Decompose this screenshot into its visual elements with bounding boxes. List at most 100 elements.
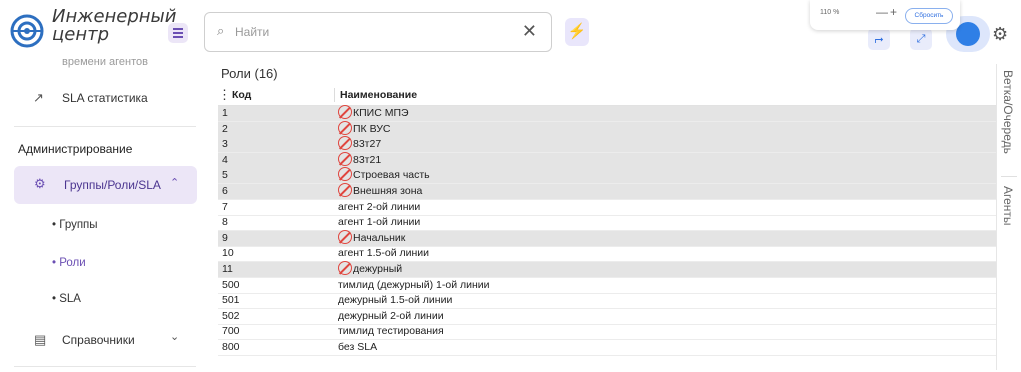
search-input[interactable]: ⌕ Найти ✕ (204, 12, 552, 52)
blocked-icon (338, 105, 352, 119)
table-row[interactable]: 2 ПК ВУС (218, 120, 998, 138)
tab-divider (1001, 176, 1017, 177)
table-row[interactable]: 5 Строевая часть (218, 167, 998, 185)
clear-search-icon[interactable]: ✕ (522, 21, 537, 42)
cell-name: дежурный 1.5-ой линии (338, 294, 453, 307)
table-row[interactable]: 700 тимлид тестирования (218, 324, 998, 341)
blocked-icon (338, 183, 352, 197)
table-row[interactable]: 502 дежурный 2-ой линии (218, 309, 998, 325)
table-title: Роли (16) (221, 66, 278, 81)
logo-icon (10, 14, 44, 48)
cell-code: 2 (222, 122, 228, 135)
menu-toggle-button[interactable] (168, 23, 188, 43)
sidebar-subitem-roles[interactable]: • Роли (52, 257, 86, 269)
cell-code: 10 (222, 247, 234, 260)
blocked-icon (338, 261, 352, 275)
cell-name: ПК ВУС (353, 122, 391, 135)
search-placeholder: Найти (235, 25, 270, 39)
sidebar-item-agent-time[interactable]: времени агентов (62, 56, 148, 68)
top-bar: Инженерный центр ⌕ Найти ✕ ⚡ ⮣ ⤢ ⚙ 110 %… (0, 0, 1021, 64)
sidebar-divider (14, 366, 196, 367)
sidebar-subitem-label: Роли (59, 257, 86, 269)
table-row[interactable]: 7 агент 2-ой линии (218, 200, 998, 216)
roles-panel: Роли (16) ⋮ Код Наименование 1 КПИС МПЭ 2 П… (214, 64, 998, 370)
cell-name: дежурный (353, 263, 403, 275)
sidebar-item-sla-stats[interactable]: SLA статистика (62, 91, 148, 105)
zoom-in-button[interactable]: + (890, 5, 897, 19)
zoom-reset-button[interactable]: Сбросить (905, 8, 953, 24)
search-icon: ⌕ (217, 23, 225, 38)
cell-name: агент 1-ой линии (338, 216, 421, 229)
table-row[interactable]: 501 дежурный 1.5-ой линии (218, 293, 998, 310)
cell-code: 9 (222, 231, 228, 244)
user-avatar-icon (956, 22, 980, 46)
blocked-icon (338, 229, 352, 244)
sidebar-section-admin: Администрирование (18, 142, 133, 156)
cell-name: агент 1.5-ой линии (338, 247, 430, 260)
cell-code: 3 (222, 138, 228, 151)
sidebar: времени агентов ↗ SLA статистика Админис… (0, 56, 205, 372)
book-icon: ▤ (34, 332, 47, 347)
table-row[interactable]: 9 Начальник (218, 229, 998, 247)
table-row[interactable]: 500 тимлид (дежурный) 1-ой линии (218, 278, 998, 294)
quick-action-button[interactable]: ⚡ (565, 18, 589, 46)
blocked-icon (338, 136, 352, 151)
table-row[interactable]: 3 83т27 (218, 136, 998, 154)
sidebar-subitem-label: SLA (59, 293, 81, 305)
column-divider (334, 88, 335, 102)
sidebar-subitem-sla[interactable]: • SLA (52, 293, 81, 305)
table-row[interactable]: 1 КПИС МПЭ (218, 105, 998, 122)
cell-name: дежурный 2-ой линии (338, 309, 444, 322)
cell-name: Начальник (353, 231, 406, 244)
sidebar-item-directories[interactable]: Справочники (62, 333, 135, 347)
cell-code: 500 (222, 278, 240, 291)
sidebar-item-label: Группы/Роли/SLA (64, 178, 161, 192)
table-row[interactable]: 800 без SLA (218, 340, 998, 356)
zoom-control: 110 % — + Сбросить (810, 0, 960, 30)
cell-code: 4 (222, 153, 228, 166)
cell-name: без SLA (338, 341, 378, 353)
table-row[interactable]: 4 83т21 (218, 151, 998, 169)
chart-icon: ↗ (33, 90, 44, 105)
gear-icon: ⚙ (34, 176, 46, 191)
expand-icon[interactable]: ⤢ (910, 28, 932, 50)
cell-name: 83т21 (353, 153, 382, 166)
crop-icon[interactable]: ⮣ (868, 28, 890, 50)
settings-gear-icon[interactable]: ⚙ (992, 24, 1008, 45)
cell-code: 800 (222, 341, 240, 353)
chevron-up-icon: ⌃ (170, 177, 180, 189)
cell-code: 6 (222, 185, 228, 197)
blocked-icon (338, 151, 352, 166)
tab-branch-queue[interactable]: Ветка/Очередь (1001, 70, 1015, 154)
table-header: ⋮ Код Наименование (218, 85, 998, 106)
cell-code: 11 (222, 263, 233, 275)
app-title-line2: центр (52, 24, 110, 45)
cell-name: КПИС МПЭ (353, 107, 409, 119)
menu-icon (173, 28, 183, 30)
column-header-code[interactable]: Код (232, 89, 251, 101)
column-menu-icon[interactable]: ⋮ (218, 87, 231, 103)
sidebar-item-groups-roles-sla[interactable]: ⚙ Группы/Роли/SLA ⌃ (14, 166, 197, 204)
table-row[interactable]: 6 Внешняя зона (218, 183, 998, 200)
cell-code: 7 (222, 200, 228, 213)
tab-agents[interactable]: Агенты (1001, 186, 1015, 226)
right-side-tabs: Ветка/Очередь Агенты (996, 64, 1021, 370)
table-row[interactable]: 10 агент 1.5-ой линии (218, 246, 998, 263)
column-header-name[interactable]: Наименование (340, 89, 417, 101)
zoom-level: 110 % (820, 9, 840, 16)
cell-name: агент 2-ой линии (338, 200, 421, 213)
sidebar-subitem-label: Группы (59, 219, 98, 231)
cell-code: 1 (222, 107, 228, 119)
chevron-down-icon[interactable]: ⌄ (170, 330, 179, 343)
cell-name: тимлид (дежурный) 1-ой линии (338, 278, 490, 291)
sidebar-divider (14, 126, 196, 127)
table-row[interactable]: 8 агент 1-ой линии (218, 215, 998, 232)
sidebar-subitem-groups[interactable]: • Группы (52, 219, 98, 231)
app-title: Инженерный центр (52, 8, 176, 44)
blocked-icon (338, 120, 352, 135)
cell-name: Внешняя зона (353, 185, 423, 197)
cell-code: 8 (222, 216, 228, 229)
table-row[interactable]: 11 дежурный (218, 261, 998, 278)
zoom-out-button[interactable]: — (876, 5, 888, 19)
blocked-icon (338, 167, 352, 182)
